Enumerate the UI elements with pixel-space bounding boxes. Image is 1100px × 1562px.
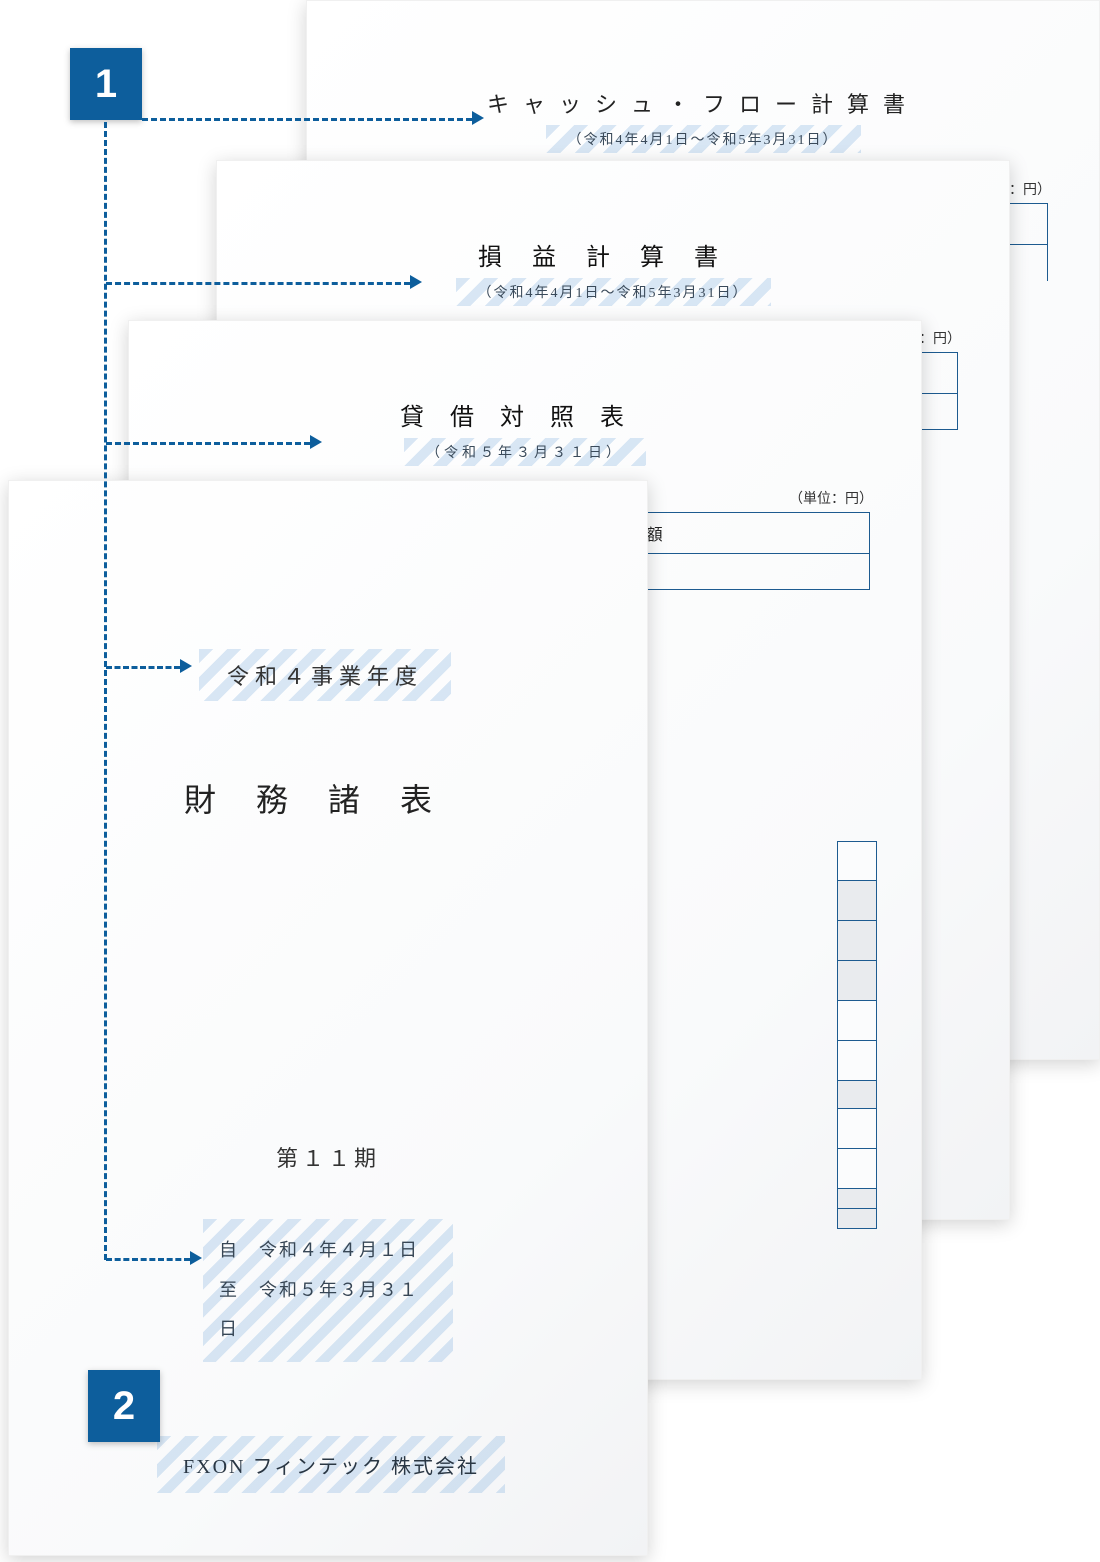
income-period-highlight: （令和4年4月1日～令和5年3月31日） [456, 278, 771, 306]
date-from: 自 令和４年４月１日 [219, 1240, 419, 1260]
arrow-right-icon [472, 111, 484, 125]
connector-line [106, 666, 180, 669]
balance-side-column [837, 841, 877, 1229]
callout-badge-1: 1 [70, 48, 142, 120]
period-dates-highlight: 自 令和４年４月１日 至 令和５年３月３１日 [203, 1219, 453, 1362]
cashflow-title: キャッシュ・フロー計算書 [307, 87, 1099, 119]
connector-line [142, 118, 472, 121]
date-to: 至 令和５年３月３１日 [219, 1280, 419, 1340]
income-title: 損益計算書 [217, 237, 1009, 272]
fiscal-year-highlight: 令和４事業年度 [199, 649, 451, 701]
cashflow-period-highlight: （令和4年4月1日～令和5年3月31日） [546, 125, 861, 153]
connector-line [106, 282, 410, 285]
arrow-right-icon [190, 1251, 202, 1265]
connector-line [106, 1258, 190, 1261]
callout-badge-2: 2 [88, 1370, 160, 1442]
company-name-highlight: FXON フィンテック 株式会社 [157, 1436, 505, 1493]
arrow-right-icon [310, 435, 322, 449]
connector-line [106, 442, 310, 445]
balance-title: 貸借対照表 [129, 397, 921, 432]
arrow-right-icon [180, 659, 192, 673]
connector-line [104, 122, 107, 1260]
balance-date-highlight: （令和５年３月３１日） [404, 438, 646, 466]
arrow-right-icon [410, 275, 422, 289]
